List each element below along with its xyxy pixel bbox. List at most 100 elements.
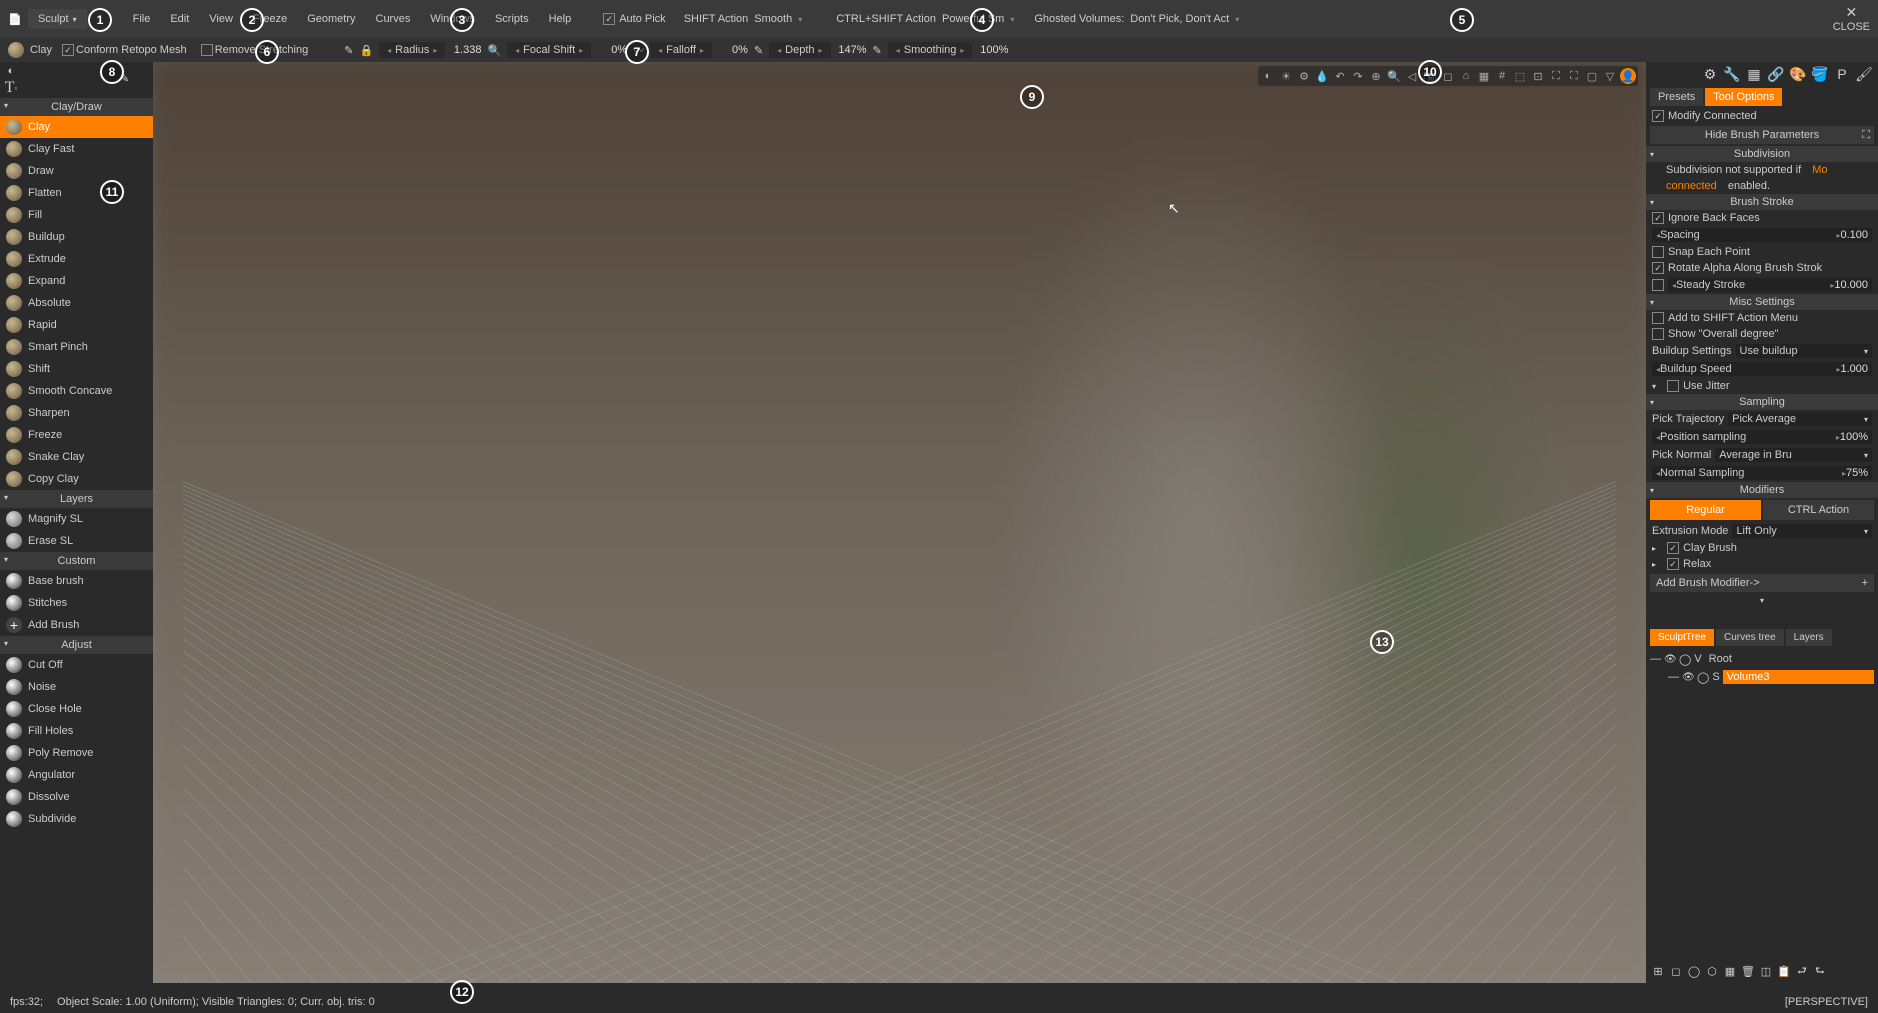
tab-presets[interactable]: Presets	[1650, 88, 1703, 106]
brush-cut-off[interactable]: Cut Off	[0, 654, 153, 676]
brush-section-claydraw[interactable]: Clay/Draw	[0, 98, 153, 116]
snap-each-check[interactable]: Snap Each Point	[1646, 244, 1878, 260]
b4-icon[interactable]: ⬡	[1704, 963, 1720, 979]
relax-check[interactable]: ▸ Relax	[1646, 556, 1878, 572]
menu-freeze[interactable]: Freeze	[245, 9, 295, 29]
pen3-icon[interactable]: ✎	[873, 44, 882, 57]
pen-icon[interactable]: ✎	[344, 44, 353, 57]
link-icon[interactable]: 🔗	[1766, 64, 1786, 84]
vp-redo-icon[interactable]: ↷	[1350, 68, 1366, 84]
text-icon[interactable]: T▫	[2, 80, 20, 96]
shift-action-dropdown[interactable]: SHIFT ActionSmooth	[676, 9, 811, 29]
brush-freeze[interactable]: Freeze	[0, 424, 153, 446]
tree-volume[interactable]: —👁◯SVolume3	[1650, 668, 1874, 686]
gear-icon[interactable]: ⚙	[1700, 64, 1720, 84]
b9-icon[interactable]: ⮐	[1794, 963, 1810, 979]
room-selector[interactable]: Sculpt ▾	[28, 9, 87, 29]
brush-add-brush[interactable]: Add Brush	[0, 614, 153, 636]
smoothing-slider[interactable]: ◂Smoothing▸	[888, 42, 973, 58]
brush-fill-holes[interactable]: Fill Holes	[0, 720, 153, 742]
norm-sampling-slider[interactable]: ◂Normal Sampling▸75%	[1652, 466, 1872, 480]
radius-slider[interactable]: ◂Radius▸	[379, 42, 445, 58]
menu-file[interactable]: File	[125, 9, 159, 29]
pick-traj-dropdown[interactable]: Pick Average	[1728, 412, 1872, 426]
b5-icon[interactable]: ▦	[1722, 963, 1738, 979]
use-jitter-check[interactable]: ▾ Use Jitter	[1646, 378, 1878, 394]
brush-draw[interactable]: Draw	[0, 160, 153, 182]
menu-view[interactable]: View	[201, 9, 241, 29]
vp-contrast-icon[interactable]: ◐	[1260, 68, 1276, 84]
brush-clay-fast[interactable]: Clay Fast	[0, 138, 153, 160]
tree-root[interactable]: —👁◯VRoot	[1650, 650, 1874, 668]
b2-icon[interactable]: ◻	[1668, 963, 1684, 979]
brush-snake-clay[interactable]: Snake Clay	[0, 446, 153, 468]
steady-slider[interactable]: ◂Steady Stroke▸10.000	[1668, 278, 1872, 292]
modifiers-header[interactable]: Modifiers	[1646, 482, 1878, 498]
brush-buildup[interactable]: Buildup	[0, 226, 153, 248]
vp-undo-icon[interactable]: ↶	[1332, 68, 1348, 84]
close-button[interactable]: ✕CLOSE	[1833, 4, 1870, 33]
menu-edit[interactable]: Edit	[162, 9, 197, 29]
add-shift-check[interactable]: Add to SHIFT Action Menu	[1646, 310, 1878, 326]
menu-help[interactable]: Help	[541, 9, 580, 29]
brush-section-adjust[interactable]: Adjust	[0, 636, 153, 654]
vp-misc2-icon[interactable]: ⊡	[1530, 68, 1546, 84]
b3-icon[interactable]: ◯	[1686, 963, 1702, 979]
pen2-icon[interactable]: ✎	[754, 44, 763, 57]
bucket-icon[interactable]: 🪣	[1810, 64, 1830, 84]
b6-icon[interactable]: 🗑	[1740, 963, 1756, 979]
hide-brush-params-button[interactable]: Hide Brush Parameters⛶	[1650, 126, 1874, 144]
buildup-dropdown[interactable]: Use buildup	[1736, 344, 1873, 358]
vp-play-icon[interactable]: ◁	[1404, 68, 1420, 84]
brush-dissolve[interactable]: Dissolve	[0, 786, 153, 808]
brush-close-hole[interactable]: Close Hole	[0, 698, 153, 720]
brush-poly-remove[interactable]: Poly Remove	[0, 742, 153, 764]
menu-windows[interactable]: Windows	[422, 9, 483, 29]
vp-box-icon[interactable]: ◻	[1440, 68, 1456, 84]
brush-clay[interactable]: Clay	[0, 116, 153, 138]
add-modifier-button[interactable]: Add Brush Modifier->+	[1650, 574, 1874, 592]
focal-slider[interactable]: ◂Focal Shift▸	[507, 42, 591, 58]
mode-ctrl-button[interactable]: CTRL Action	[1763, 500, 1874, 520]
ghosted-dropdown[interactable]: Ghosted Volumes:Don't Pick, Don't Act	[1026, 9, 1247, 29]
buildup-speed-slider[interactable]: ◂Buildup Speed▸1.000	[1652, 362, 1872, 376]
vp-grid-icon[interactable]: ▦	[1476, 68, 1492, 84]
viewport[interactable]: ↖ ◐ ☀ ⚙ 💧 ↶ ↷ ⊕ 🔍 ◁ 📷 ◻ ⌂ ▦ # ⬚ ⊡ ⛶ ⛶ ▢ …	[153, 62, 1646, 983]
brush-section-layers[interactable]: Layers	[0, 490, 153, 508]
vp-target-icon[interactable]: ⊕	[1368, 68, 1384, 84]
brush-copy-clay[interactable]: Copy Clay	[0, 468, 153, 490]
vp-person-icon[interactable]: ⛶	[1548, 68, 1564, 84]
sampling-header[interactable]: Sampling	[1646, 394, 1878, 410]
brush-shift[interactable]: Shift	[0, 358, 153, 380]
tab-tool-options[interactable]: Tool Options	[1705, 88, 1782, 106]
brush-angulator[interactable]: Angulator	[0, 764, 153, 786]
brush-base-brush[interactable]: Base brush	[0, 570, 153, 592]
collapse-arrow[interactable]: ▾	[1646, 594, 1878, 607]
wrench-icon[interactable]: 🔧	[1722, 64, 1742, 84]
brush-sharpen[interactable]: Sharpen	[0, 402, 153, 424]
depth-slider[interactable]: ◂Depth▸	[769, 42, 830, 58]
mode-regular-button[interactable]: Regular	[1650, 500, 1761, 520]
menu-scripts[interactable]: Scripts	[487, 9, 537, 29]
brush-noise[interactable]: Noise	[0, 676, 153, 698]
falloff-slider[interactable]: ◂Falloff▸	[650, 42, 712, 58]
b8-icon[interactable]: 📋	[1776, 963, 1792, 979]
vp-frame-icon[interactable]: ▢	[1584, 68, 1600, 84]
brush-magnify-sl[interactable]: Magnify SL	[0, 508, 153, 530]
autopick-check[interactable]: Auto Pick	[597, 11, 671, 27]
paint-icon[interactable]: 🎨	[1788, 64, 1808, 84]
conform-check[interactable]: Conform Retopo Mesh	[58, 42, 191, 58]
brush-absolute[interactable]: Absolute	[0, 292, 153, 314]
brush-stroke-header[interactable]: Brush Stroke	[1646, 194, 1878, 210]
doc-icon[interactable]: 📄	[8, 13, 24, 26]
toggle-icon[interactable]: ◐	[2, 64, 20, 78]
vp-search-icon[interactable]: 🔍	[1386, 68, 1402, 84]
remove-stretch-check[interactable]: Remove Stretching	[197, 42, 313, 58]
b1-icon[interactable]: ⊞	[1650, 963, 1666, 979]
p-icon[interactable]: P	[1832, 64, 1852, 84]
tree-tab-sculpt[interactable]: SculptTree	[1650, 629, 1714, 646]
pick-normal-dropdown[interactable]: Average in Bru	[1715, 448, 1872, 462]
brush-expand[interactable]: Expand	[0, 270, 153, 292]
modify-connected-check[interactable]: Modify Connected	[1646, 108, 1878, 124]
brush-section-custom[interactable]: Custom	[0, 552, 153, 570]
